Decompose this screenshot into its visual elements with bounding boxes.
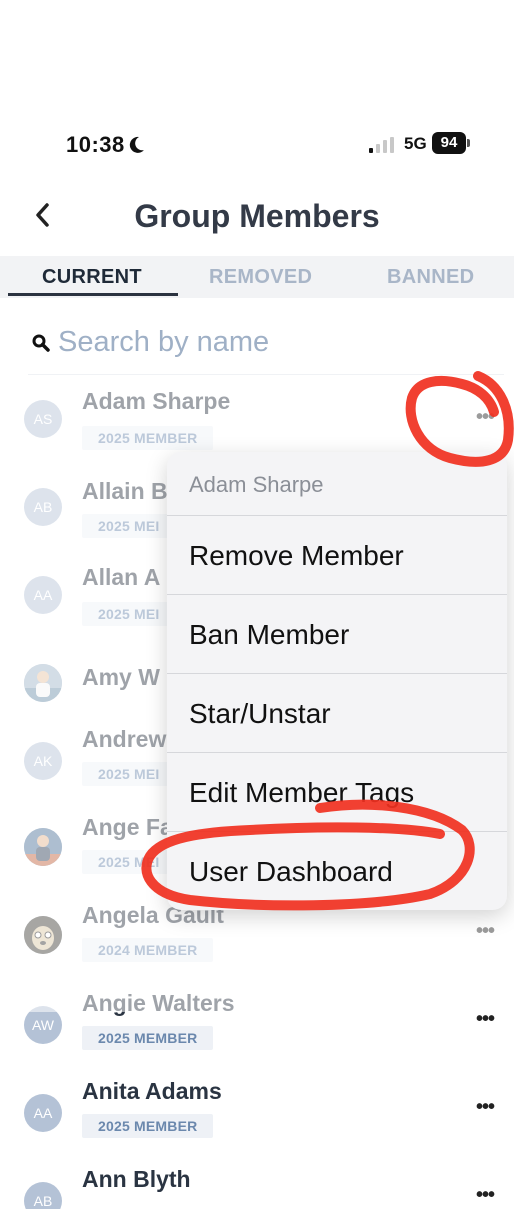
person-photo-icon	[24, 828, 62, 866]
menu-item-user-dashboard[interactable]: User Dashboard	[167, 831, 507, 910]
page-title: Group Members	[134, 198, 380, 234]
more-options-icon[interactable]: •••	[476, 920, 495, 943]
member-row[interactable]: AW Angie Walters 2025 MEMBER •••	[0, 990, 514, 1084]
menu-item-edit-member-tags[interactable]: Edit Member Tags	[167, 752, 507, 831]
person-photo-icon	[24, 664, 62, 702]
menu-item-star-unstar[interactable]: Star/Unstar	[167, 673, 507, 752]
tab-removed[interactable]: REMOVED	[209, 266, 312, 289]
member-tag: 2025 MEI	[82, 514, 176, 538]
tab-bar: CURRENT REMOVED BANNED	[0, 256, 514, 298]
member-name: Amy W	[82, 664, 160, 690]
status-time-text: 10:38	[66, 132, 125, 157]
battery-icon: 94	[432, 132, 466, 154]
member-name: Angie Walters	[82, 990, 235, 1016]
dog-photo-icon	[24, 916, 62, 954]
menu-item-label: Star/Unstar	[189, 698, 331, 729]
member-name: Adam Sharpe	[82, 388, 231, 414]
avatar: AB	[24, 1182, 62, 1209]
member-row[interactable]: AA Anita Adams 2025 MEMBER •••	[0, 1078, 514, 1172]
avatar: AB	[24, 488, 62, 526]
moon-icon	[129, 136, 144, 153]
member-tag: 2025 MEI	[82, 762, 176, 786]
member-tag: 2025 MEI	[82, 850, 176, 874]
status-time: 10:38	[66, 132, 145, 158]
member-row[interactable]: AB Ann Blyth •••	[0, 1166, 514, 1209]
member-tag: 2025 MEI	[82, 602, 176, 626]
search-input[interactable]	[58, 320, 488, 364]
member-name: Ange Fa	[82, 814, 173, 840]
context-menu: Adam Sharpe Remove Member Ban Member Sta…	[167, 452, 507, 910]
tab-banned[interactable]: BANNED	[387, 266, 474, 289]
more-options-icon[interactable]: •••	[476, 1008, 495, 1031]
avatar: AA	[24, 1094, 62, 1132]
more-options-icon[interactable]: •••	[476, 1096, 495, 1119]
avatar-photo	[24, 916, 62, 954]
member-tag: 2025 MEMBER	[82, 1026, 214, 1050]
battery-tip	[467, 139, 470, 147]
status-bar: 10:38 5G 94	[0, 128, 514, 164]
active-tab-indicator	[8, 293, 178, 296]
member-name: Andrew	[82, 726, 167, 752]
member-row[interactable]: Angela Gault 2024 MEMBER •••	[0, 902, 514, 996]
member-name: Allan A	[82, 564, 161, 590]
avatar-photo	[24, 664, 62, 702]
avatar: AA	[24, 576, 62, 614]
network-label: 5G	[404, 134, 427, 153]
tab-current[interactable]: CURRENT	[42, 266, 142, 289]
nav-header: Group Members	[0, 190, 514, 246]
menu-item-label: Remove Member	[189, 540, 404, 571]
menu-item-label: Ban Member	[189, 619, 350, 650]
member-tag: 2025 MEMBER	[82, 1114, 214, 1138]
menu-item-label: Edit Member Tags	[189, 777, 415, 808]
search-divider	[28, 374, 504, 375]
menu-item-label: User Dashboard	[189, 856, 393, 887]
menu-item-remove-member[interactable]: Remove Member	[167, 515, 507, 594]
member-tag: 2024 MEMBER	[82, 938, 214, 962]
member-name: Anita Adams	[82, 1078, 222, 1104]
more-options-icon[interactable]: •••	[476, 406, 495, 429]
signal-icon	[369, 137, 394, 153]
search-row	[28, 316, 498, 372]
context-menu-header: Adam Sharpe	[189, 472, 324, 497]
avatar: AK	[24, 742, 62, 780]
more-options-icon[interactable]: •••	[476, 1184, 495, 1207]
menu-item-ban-member[interactable]: Ban Member	[167, 594, 507, 673]
member-name: Allain B	[82, 478, 168, 504]
avatar: AW	[24, 1006, 62, 1044]
avatar: AS	[24, 400, 62, 438]
search-icon	[32, 334, 50, 352]
avatar-photo	[24, 828, 62, 866]
member-name: Ann Blyth	[82, 1166, 191, 1192]
member-tag: 2025 MEMBER	[82, 426, 214, 450]
